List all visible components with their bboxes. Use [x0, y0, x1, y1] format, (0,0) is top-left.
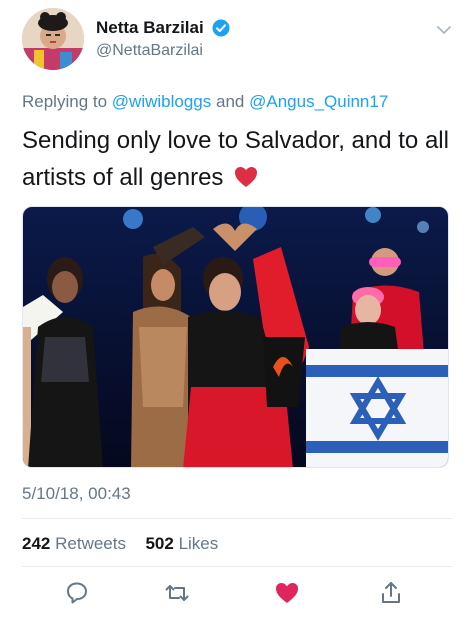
- tweet-text-line: artists of all genres: [22, 164, 224, 191]
- divider: [22, 518, 452, 519]
- heart-emoji-icon: [234, 162, 258, 187]
- display-name[interactable]: Netta Barzilai: [96, 18, 204, 38]
- avatar[interactable]: [22, 8, 84, 70]
- heart-icon[interactable]: [274, 580, 300, 606]
- retweets-count[interactable]: 242: [22, 534, 50, 553]
- tweet-text-line: Sending only love to Salvador, and to al…: [22, 127, 449, 154]
- retweets-label[interactable]: Retweets: [55, 534, 126, 553]
- tweet-photo[interactable]: [22, 206, 449, 468]
- replying-to-line: Replying to @wiwibloggs and @Angus_Quinn…: [22, 92, 388, 112]
- mention-link[interactable]: @Angus_Quinn17: [249, 92, 388, 111]
- user-handle[interactable]: @NettaBarzilai: [96, 42, 230, 60]
- reply-icon[interactable]: [64, 580, 90, 606]
- likes-label[interactable]: Likes: [179, 534, 219, 553]
- replying-prefix: Replying to: [22, 92, 108, 111]
- user-identity[interactable]: Netta Barzilai @NettaBarzilai: [96, 18, 230, 60]
- tweet-timestamp[interactable]: 5/10/18, 00:43: [22, 484, 131, 504]
- verified-badge-icon: [212, 19, 230, 37]
- chevron-down-icon[interactable]: [436, 22, 452, 38]
- divider: [22, 566, 452, 567]
- retweet-icon[interactable]: [164, 580, 190, 606]
- share-icon[interactable]: [378, 580, 404, 606]
- tweet-text: Sending only love to Salvador, and to al…: [22, 122, 452, 196]
- mention-link[interactable]: @wiwibloggs: [112, 92, 211, 111]
- replying-joiner: and: [216, 92, 245, 111]
- tweet-header: Netta Barzilai @NettaBarzilai: [22, 8, 452, 72]
- tweet-stats: 242 Retweets 502 Likes: [22, 534, 218, 554]
- likes-count[interactable]: 502: [145, 534, 173, 553]
